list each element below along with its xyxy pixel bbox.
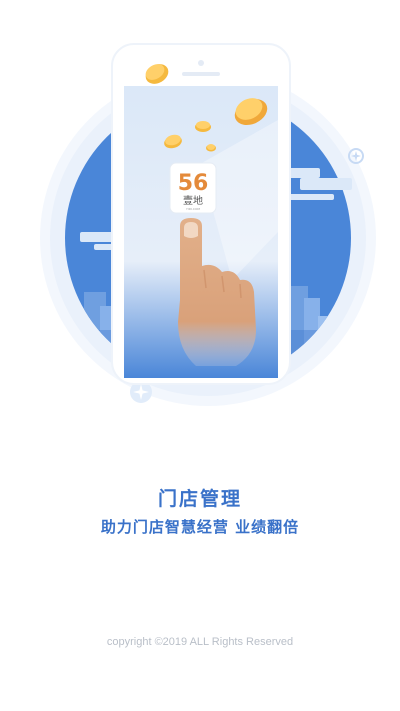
- logo-name: 壹地: [183, 194, 203, 207]
- app-logo: 56 壹地 YIDI.COM: [169, 162, 217, 214]
- sparkle-icon: [348, 148, 364, 164]
- copyright-text: copyright ©2019 ALL Rights Reserved: [106, 636, 294, 648]
- page-title: 门店管理: [157, 488, 242, 510]
- splash-illustration: 56 壹地 YIDI.COM: [40, 43, 376, 406]
- logo-number: 56: [178, 171, 209, 196]
- coin: [195, 121, 211, 132]
- page-subtitle: 助力门店智慧经营 业绩翻倍: [100, 518, 300, 536]
- logo-domain: YIDI.COM: [186, 207, 200, 211]
